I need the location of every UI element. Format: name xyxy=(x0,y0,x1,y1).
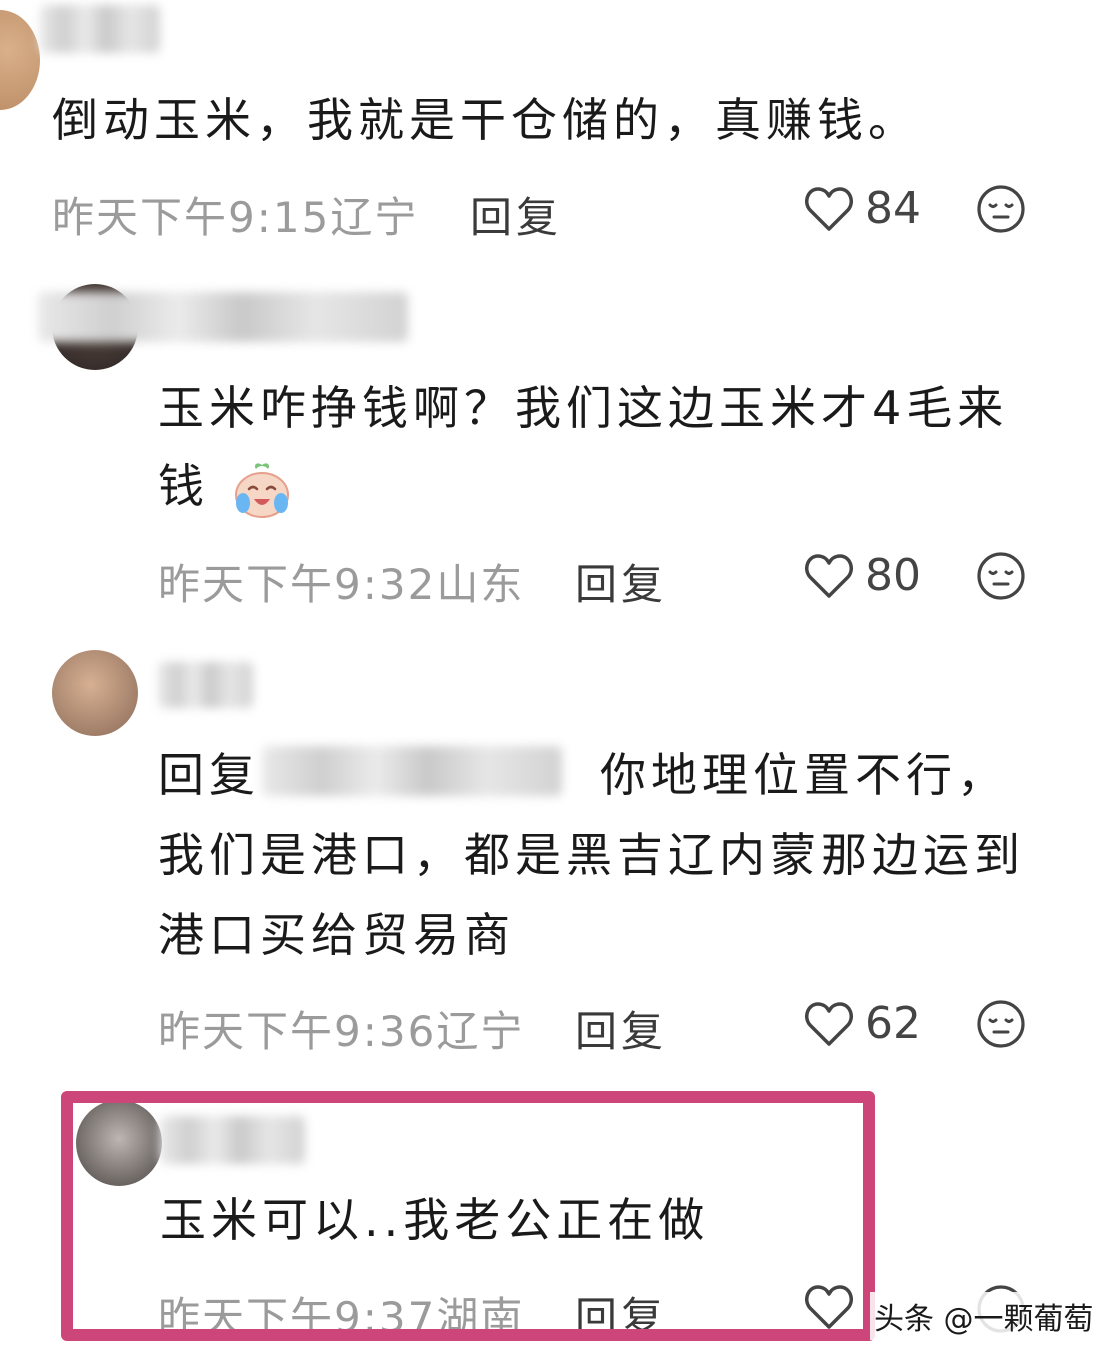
crying-laughing-emoji xyxy=(234,462,289,518)
comment-meta: 昨天下午9:15辽宁 xyxy=(52,184,418,245)
comment-text: 玉米咋挣钱啊？我们这边玉米才4毛来 xyxy=(158,381,1009,435)
like-button[interactable]: 80 xyxy=(805,550,921,601)
heart-outline-icon xyxy=(805,1001,853,1046)
like-count: 80 xyxy=(865,550,921,601)
comment-time: 昨天下午9:32 xyxy=(158,560,437,609)
comment-text: 你地理位置不行， xyxy=(600,748,1008,802)
like-button[interactable]: 62 xyxy=(805,998,921,1049)
comment-time: 昨天下午9:15 xyxy=(52,193,331,242)
comment-text-line3: 港口买给贸易商 xyxy=(158,908,515,962)
comment-time: 昨天下午9:36 xyxy=(158,1007,437,1056)
reply-button[interactable]: 回复 xyxy=(575,998,667,1059)
comment-text: 倒动玉米，我就是干仓储的，真赚钱。 xyxy=(52,93,919,147)
heart-outline-icon xyxy=(805,553,853,598)
comment-meta: 昨天下午9:36辽宁 xyxy=(158,998,524,1059)
comment-text-line2: 我们是港口，都是黑吉辽内蒙那边运到 xyxy=(158,828,1025,882)
comment-location: 山东 xyxy=(436,560,525,609)
comment-location: 辽宁 xyxy=(436,1007,525,1056)
comment-text-continued: 钱 xyxy=(158,459,209,513)
avatar[interactable] xyxy=(52,650,138,736)
username-blurred xyxy=(38,292,408,342)
username-blurred xyxy=(40,5,160,53)
meh-face-icon[interactable] xyxy=(976,184,1026,234)
comment-location: 辽宁 xyxy=(330,193,419,242)
like-count: 62 xyxy=(865,998,921,1049)
highlight-box xyxy=(61,1091,875,1341)
like-button[interactable]: 84 xyxy=(805,183,921,234)
comment-meta: 昨天下午9:32山东 xyxy=(158,551,524,612)
heart-outline-icon xyxy=(805,186,853,231)
comment-text-line2: 钱 xyxy=(158,446,293,526)
username-blurred xyxy=(158,662,253,708)
like-count: 84 xyxy=(865,183,921,234)
avatar[interactable] xyxy=(0,10,40,110)
reply-prefix: 回复 xyxy=(158,748,260,802)
comment-text: 回复 xyxy=(158,735,260,815)
reply-target-username-blurred xyxy=(262,746,562,796)
meh-face-icon[interactable] xyxy=(976,999,1026,1049)
reply-button[interactable]: 回复 xyxy=(575,551,667,612)
meh-face-icon[interactable] xyxy=(976,551,1026,601)
reply-button[interactable]: 回复 xyxy=(470,184,562,245)
watermark: 头条 @一颗葡萄 xyxy=(870,1292,1096,1340)
